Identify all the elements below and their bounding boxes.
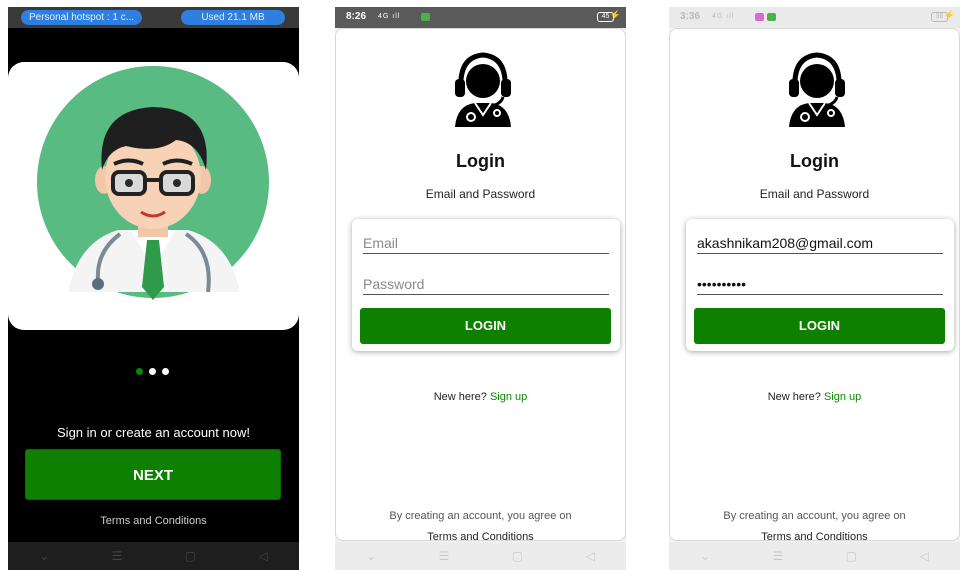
data-usage-pill[interactable]: Used 21.1 MB xyxy=(181,10,285,25)
agreement-text: By creating an account, you agree on xyxy=(723,510,906,522)
login-button[interactable]: LOGIN xyxy=(694,308,945,344)
login-button[interactable]: LOGIN xyxy=(360,308,611,344)
status-bar: 8:26 4G ıll 45 ⚡ xyxy=(335,7,626,28)
app-notification-icon xyxy=(767,13,776,21)
chevron-down-icon[interactable]: ⌄ xyxy=(366,549,376,563)
clock: 8:26 xyxy=(346,11,367,22)
support-agent-icon xyxy=(453,49,513,129)
login-form: LOGIN xyxy=(352,219,620,351)
charging-icon: ⚡ xyxy=(943,10,955,20)
menu-icon[interactable]: ☰ xyxy=(112,549,123,563)
app-notification-icon xyxy=(421,13,430,21)
clock: 3:36 xyxy=(680,11,701,22)
home-square-icon[interactable]: ▢ xyxy=(846,549,857,563)
carousel-dot[interactable] xyxy=(162,368,169,375)
signup-link[interactable]: Sign up xyxy=(490,391,527,403)
support-agent-icon xyxy=(787,49,847,129)
app-notification-icon xyxy=(755,13,764,21)
login-form: LOGIN xyxy=(686,219,954,351)
login-card: Login Email and Password LOGIN New here?… xyxy=(335,28,626,543)
home-square-icon[interactable]: ▢ xyxy=(512,549,523,563)
terms-link[interactable]: Terms and Conditions xyxy=(8,515,299,527)
page-subtitle: Email and Password xyxy=(759,187,870,201)
back-triangle-icon[interactable]: ◁ xyxy=(259,549,268,563)
password-field[interactable] xyxy=(363,273,609,295)
home-square-icon[interactable]: ▢ xyxy=(185,549,196,563)
signal-icon: 4G ıll xyxy=(378,13,401,20)
email-field[interactable] xyxy=(697,232,943,254)
onboarding-screen: Personal hotspot : 1 c... Used 21.1 MB S… xyxy=(8,7,299,570)
system-nav-bar: ⌄ ☰ ▢ ◁ xyxy=(8,542,299,570)
system-nav-bar: ⌄ ☰ ▢ ◁ xyxy=(669,542,960,570)
login-screen-empty: 8:26 4G ıll 45 ⚡ Login Email and Passwor… xyxy=(335,7,626,570)
page-title: Login xyxy=(790,151,839,171)
page-title: Login xyxy=(456,151,505,171)
new-here-text: New here? xyxy=(767,391,821,403)
email-field[interactable] xyxy=(363,232,609,254)
status-bar: Personal hotspot : 1 c... Used 21.1 MB xyxy=(8,7,299,28)
status-bar: 3:36 4G ıll 36 ⚡ xyxy=(669,7,960,28)
page-subtitle: Email and Password xyxy=(425,187,536,201)
back-triangle-icon[interactable]: ◁ xyxy=(586,549,595,563)
back-triangle-icon[interactable]: ◁ xyxy=(920,549,929,563)
menu-icon[interactable]: ☰ xyxy=(773,549,784,563)
chevron-down-icon[interactable]: ⌄ xyxy=(39,549,49,563)
charging-icon: ⚡ xyxy=(609,10,621,20)
menu-icon[interactable]: ☰ xyxy=(439,549,450,563)
password-field[interactable] xyxy=(697,273,943,295)
doctor-illustration xyxy=(37,66,269,300)
system-nav-bar: ⌄ ☰ ▢ ◁ xyxy=(335,542,626,570)
signup-prompt: New here? Sign up xyxy=(336,391,625,403)
signin-prompt: Sign in or create an account now! xyxy=(57,425,250,440)
hotspot-pill[interactable]: Personal hotspot : 1 c... xyxy=(21,10,143,25)
signup-link[interactable]: Sign up xyxy=(824,391,861,403)
new-here-text: New here? xyxy=(433,391,487,403)
signal-icon: 4G ıll xyxy=(712,13,735,20)
login-screen-filled: 3:36 4G ıll 36 ⚡ Login Email and Passwor… xyxy=(669,7,960,570)
signup-prompt: New here? Sign up xyxy=(670,391,959,403)
carousel-indicator xyxy=(136,368,169,375)
agreement-text: By creating an account, you agree on xyxy=(389,510,572,522)
carousel-dot[interactable] xyxy=(149,368,156,375)
chevron-down-icon[interactable]: ⌄ xyxy=(700,549,710,563)
doctor-illustration-card xyxy=(8,62,299,330)
login-card: Login Email and Password LOGIN New here?… xyxy=(669,28,960,543)
next-button[interactable]: NEXT xyxy=(25,449,281,500)
carousel-dot-active[interactable] xyxy=(136,368,143,375)
